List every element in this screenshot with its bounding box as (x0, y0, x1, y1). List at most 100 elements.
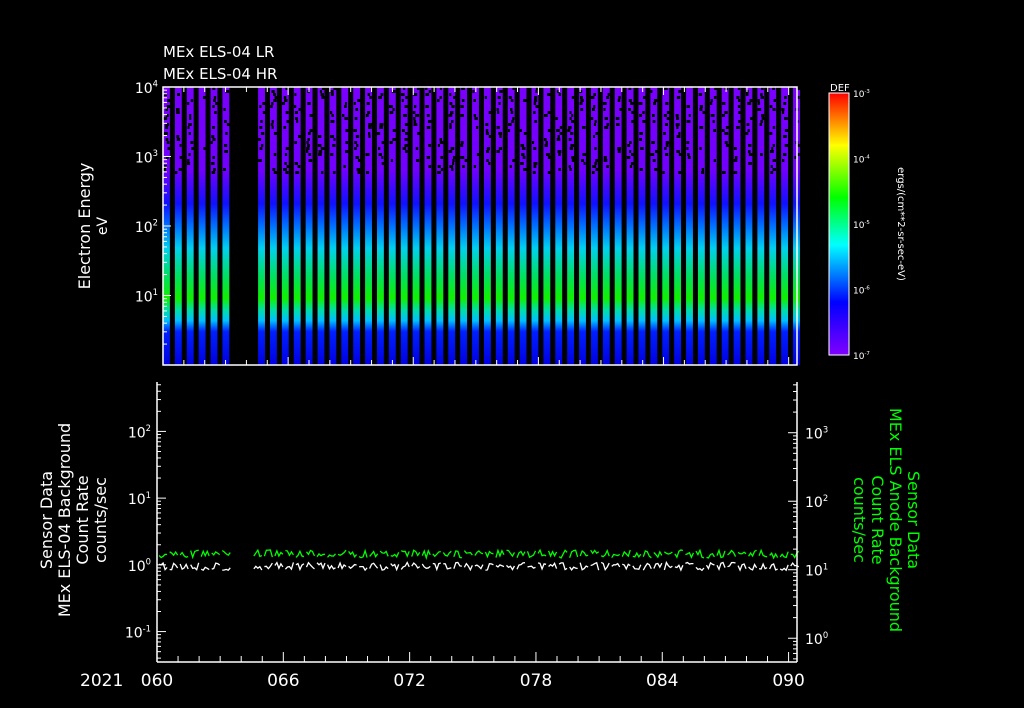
speckle-gap (453, 96, 457, 99)
speckle-gap (651, 114, 655, 117)
speckle-gap (190, 99, 194, 102)
speckle-gap (498, 147, 503, 150)
trace-segment (548, 562, 558, 569)
trace-segment (622, 563, 631, 571)
trace-segment (390, 563, 400, 572)
trace-segment (600, 561, 610, 571)
bottom-panel-axes: 10-1 100 101 102 100 101 102 103 060 066 072 078 084… (125, 384, 828, 691)
speckle-gap (651, 141, 655, 144)
trace-segment (369, 562, 379, 569)
speckle-gap (473, 114, 477, 117)
speckle-gap (297, 165, 301, 168)
spectrogram-stripe (531, 87, 539, 365)
trace-segment (190, 562, 200, 571)
speckle-gap (210, 141, 213, 144)
speckle-gap (570, 132, 574, 135)
speckle-gap (448, 150, 453, 153)
speckle-gap (415, 114, 420, 117)
speckle-gap (595, 168, 600, 171)
trace-segment (222, 567, 231, 571)
trace-segment (274, 549, 284, 558)
speckle-gap (604, 117, 609, 120)
speckle-gap (294, 141, 298, 144)
trace-segment (316, 562, 326, 570)
speckle-gap (485, 123, 489, 126)
speckle-gap (594, 147, 597, 150)
speckle-gap (163, 132, 168, 135)
speckle-gap (533, 102, 537, 105)
speckle-gap (452, 162, 455, 165)
speckle-gap (354, 147, 357, 150)
speckle-gap (653, 102, 657, 105)
speckle-gap (462, 165, 465, 168)
speckle-gap (365, 153, 370, 156)
speckle-gap (761, 114, 765, 117)
speckle-gap (426, 156, 431, 159)
speckle-gap (675, 123, 680, 126)
speckle-gap (581, 126, 586, 129)
spectrogram-stripe (460, 87, 468, 365)
speckle-gap (379, 126, 384, 129)
speckle-gap (318, 150, 323, 153)
speckle-gap (654, 168, 658, 171)
speckle-gap (593, 135, 596, 138)
speckle-gap (628, 99, 632, 102)
right-y-tick-label: 103 (805, 424, 828, 442)
speckle-gap (357, 99, 362, 102)
speckle-gap (642, 96, 646, 99)
speckle-gap (631, 111, 635, 114)
speckle-gap (522, 156, 526, 159)
speckle-gap (678, 171, 682, 174)
speckle-gap (357, 159, 361, 162)
speckle-gap (544, 144, 548, 147)
title-line-2: MEx ELS-04 HR (163, 65, 277, 83)
speckle-gap (355, 108, 359, 111)
speckle-gap (638, 102, 643, 105)
speckle-gap (523, 132, 527, 135)
speckle-gap (535, 105, 539, 108)
speckle-gap (259, 147, 263, 150)
speckle-gap (760, 153, 763, 156)
speckle-gap (186, 162, 191, 165)
trace-segment (295, 562, 305, 572)
speckle-gap (629, 165, 633, 168)
speckle-gap (425, 93, 430, 96)
speckle-gap (558, 153, 561, 156)
speckle-gap (187, 126, 190, 129)
speckle-gap (603, 159, 608, 162)
speckle-gap (784, 129, 789, 132)
right-ylabel-line-3: Count Rate (868, 475, 887, 564)
trace-segment (716, 548, 726, 559)
spectrogram-stripe (662, 87, 670, 365)
speckle-gap (353, 102, 356, 105)
speckle-gap (737, 105, 741, 108)
speckle-gap (665, 141, 670, 144)
speckle-gap (472, 90, 475, 93)
spectrogram-stripe (543, 87, 551, 365)
speckle-gap (320, 147, 325, 150)
speckle-gap (699, 105, 703, 108)
speckle-gap (165, 138, 169, 141)
speckle-gap (392, 129, 397, 132)
speckle-gap (404, 138, 408, 141)
trace-segment (663, 560, 673, 571)
speckle-gap (662, 171, 665, 174)
spectrogram-stripe (638, 87, 646, 365)
speckle-gap (653, 99, 658, 102)
speckle-gap (773, 99, 777, 102)
trace-segment (685, 551, 695, 559)
speckle-gap (532, 171, 536, 174)
speckle-gap (592, 165, 597, 168)
speckle-gap (451, 105, 455, 108)
left-ylabel-line-2: MEx ELS-04 Background (55, 423, 74, 617)
speckle-gap (593, 93, 596, 96)
speckle-gap (378, 147, 381, 150)
speckle-gap (686, 141, 690, 144)
trace-segment (590, 561, 600, 571)
right-ylabel-line-4: counts/sec (850, 477, 869, 563)
speckle-gap (734, 156, 738, 159)
right-y-tick-label: 102 (805, 493, 828, 511)
speckle-gap (425, 105, 429, 108)
speckle-gap (571, 96, 576, 99)
speckle-gap (759, 123, 763, 126)
